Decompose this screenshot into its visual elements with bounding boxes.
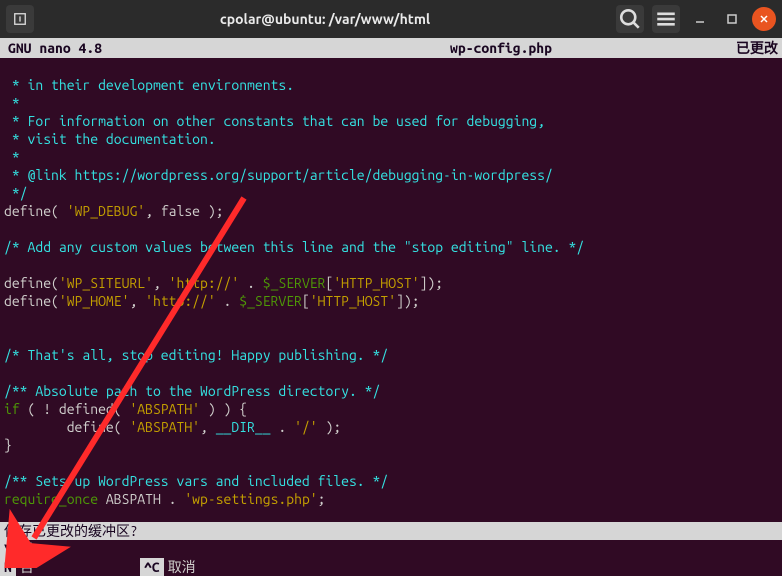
prompt-yes-option[interactable]: Y 是 [0, 540, 140, 558]
code-line: define('WP_HOME', 'http://' . $_SERVER['… [4, 293, 420, 309]
nano-prompt: 保存已更改的缓冲区? Y 是 N 否 ^C 取消 [0, 522, 782, 576]
label-no: 否 [16, 558, 42, 576]
terminal-window: cpolar@ubuntu: /var/www/html GNU nano 4.… [0, 0, 782, 576]
code-line: /* Add any custom values between this li… [4, 239, 584, 255]
code-line: define( 'WP_DEBUG', false ); [4, 203, 224, 219]
prompt-question: 保存已更改的缓冲区? [0, 522, 138, 540]
label-yes: 是 [16, 540, 42, 558]
key-cancel: ^C [140, 558, 164, 576]
code-line: if ( ! defined( 'ABSPATH' ) ) { [4, 401, 247, 417]
prompt-no-option[interactable]: N 否 [0, 558, 140, 576]
nano-filename: wp-config.php [450, 38, 552, 58]
code-line: * in their development environments. [4, 77, 294, 93]
code-line: /** Sets up WordPress vars and included … [4, 473, 388, 489]
code-line: /** Absolute path to the WordPress direc… [4, 383, 380, 399]
titlebar: cpolar@ubuntu: /var/www/html [0, 0, 782, 38]
key-y: Y [0, 540, 16, 558]
code-line: define('WP_SITEURL', 'http://' . $_SERVE… [4, 275, 443, 291]
prompt-cancel-option[interactable]: ^C 取消 [140, 558, 280, 576]
search-button[interactable] [616, 5, 644, 33]
code-line: require_once ABSPATH . 'wp-settings.php'… [4, 491, 325, 507]
editor-area[interactable]: * in their development environments. * *… [0, 58, 782, 522]
window-title: cpolar@ubuntu: /var/www/html [42, 11, 608, 27]
minimize-button[interactable] [688, 7, 712, 31]
code-line: * @link https://wordpress.org/support/ar… [4, 167, 553, 183]
code-line: } [4, 437, 12, 453]
nano-header: GNU nano 4.8 wp-config.php 已更改 [0, 38, 782, 58]
code-line: * For information on other constants tha… [4, 113, 545, 129]
code-line: /* That's all, stop editing! Happy publi… [4, 347, 388, 363]
new-tab-button[interactable] [6, 5, 34, 33]
code-line: * [4, 149, 20, 165]
code-line: define( 'ABSPATH', __DIR__ . '/' ); [4, 419, 341, 435]
code-line: */ [4, 185, 28, 201]
code-line: * [4, 95, 20, 111]
menu-button[interactable] [652, 5, 680, 33]
key-n: N [0, 558, 16, 576]
nano-status: 已更改 [702, 38, 782, 58]
label-cancel: 取消 [164, 558, 204, 576]
nano-version: GNU nano 4.8 [0, 38, 300, 58]
maximize-button[interactable] [720, 7, 744, 31]
code-line: * visit the documentation. [4, 131, 216, 147]
close-button[interactable] [752, 7, 776, 31]
